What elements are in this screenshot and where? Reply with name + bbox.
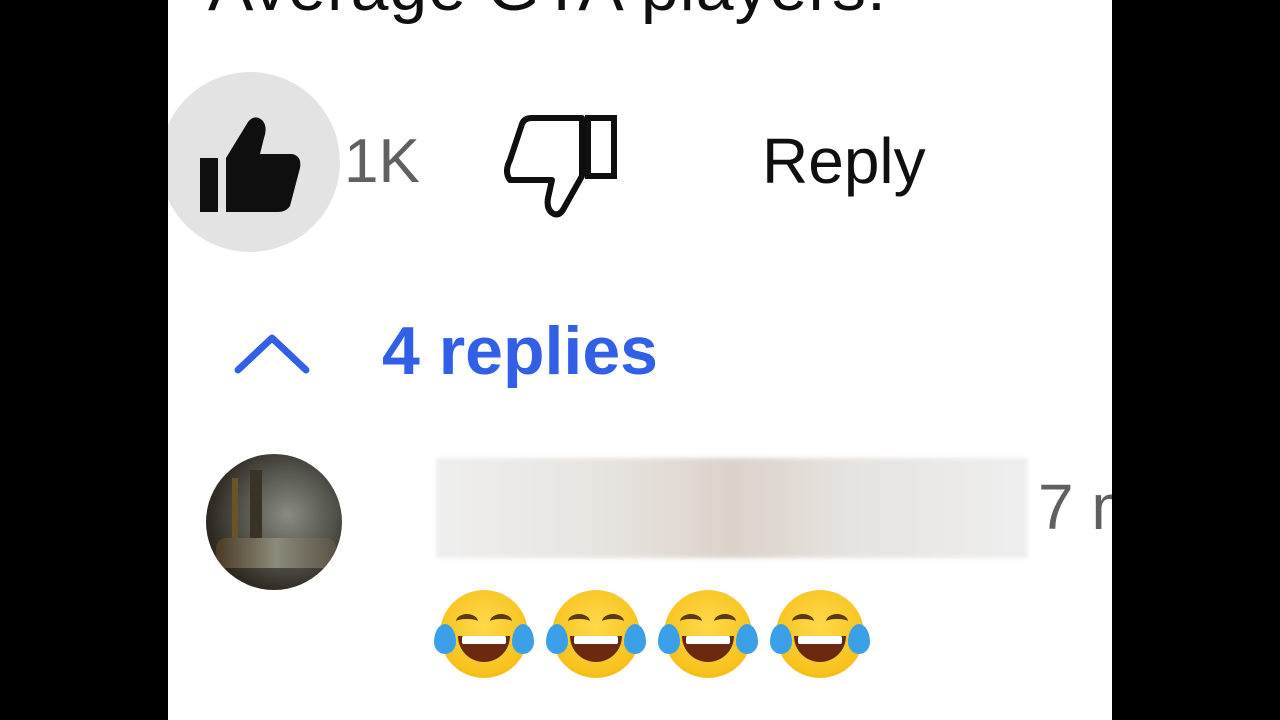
replies-toggle[interactable]: 4 replies (232, 306, 658, 396)
reply-body (434, 590, 870, 678)
thumbs-up-icon (200, 117, 301, 212)
tears-of-joy-emoji-icon (770, 590, 870, 678)
comment-thread: Average GTA players: 1K Reply 4 replies … (168, 0, 1112, 720)
tears-of-joy-emoji-icon (546, 590, 646, 678)
dislike-button[interactable] (504, 114, 620, 218)
reply-avatar[interactable] (206, 454, 342, 590)
like-count: 1K (344, 127, 420, 196)
tears-of-joy-emoji-icon (434, 590, 534, 678)
replies-count-label: 4 replies (382, 313, 658, 389)
thumbs-down-icon (504, 115, 617, 218)
tears-of-joy-emoji-icon (658, 590, 758, 678)
reply-username-redacted (436, 458, 1028, 558)
like-button[interactable] (168, 72, 340, 252)
reply-button[interactable]: Reply (762, 124, 926, 198)
chevron-up-icon (234, 334, 310, 374)
comment-text: Average GTA players: (208, 0, 887, 26)
reply-timestamp: 7 m (1038, 471, 1112, 543)
